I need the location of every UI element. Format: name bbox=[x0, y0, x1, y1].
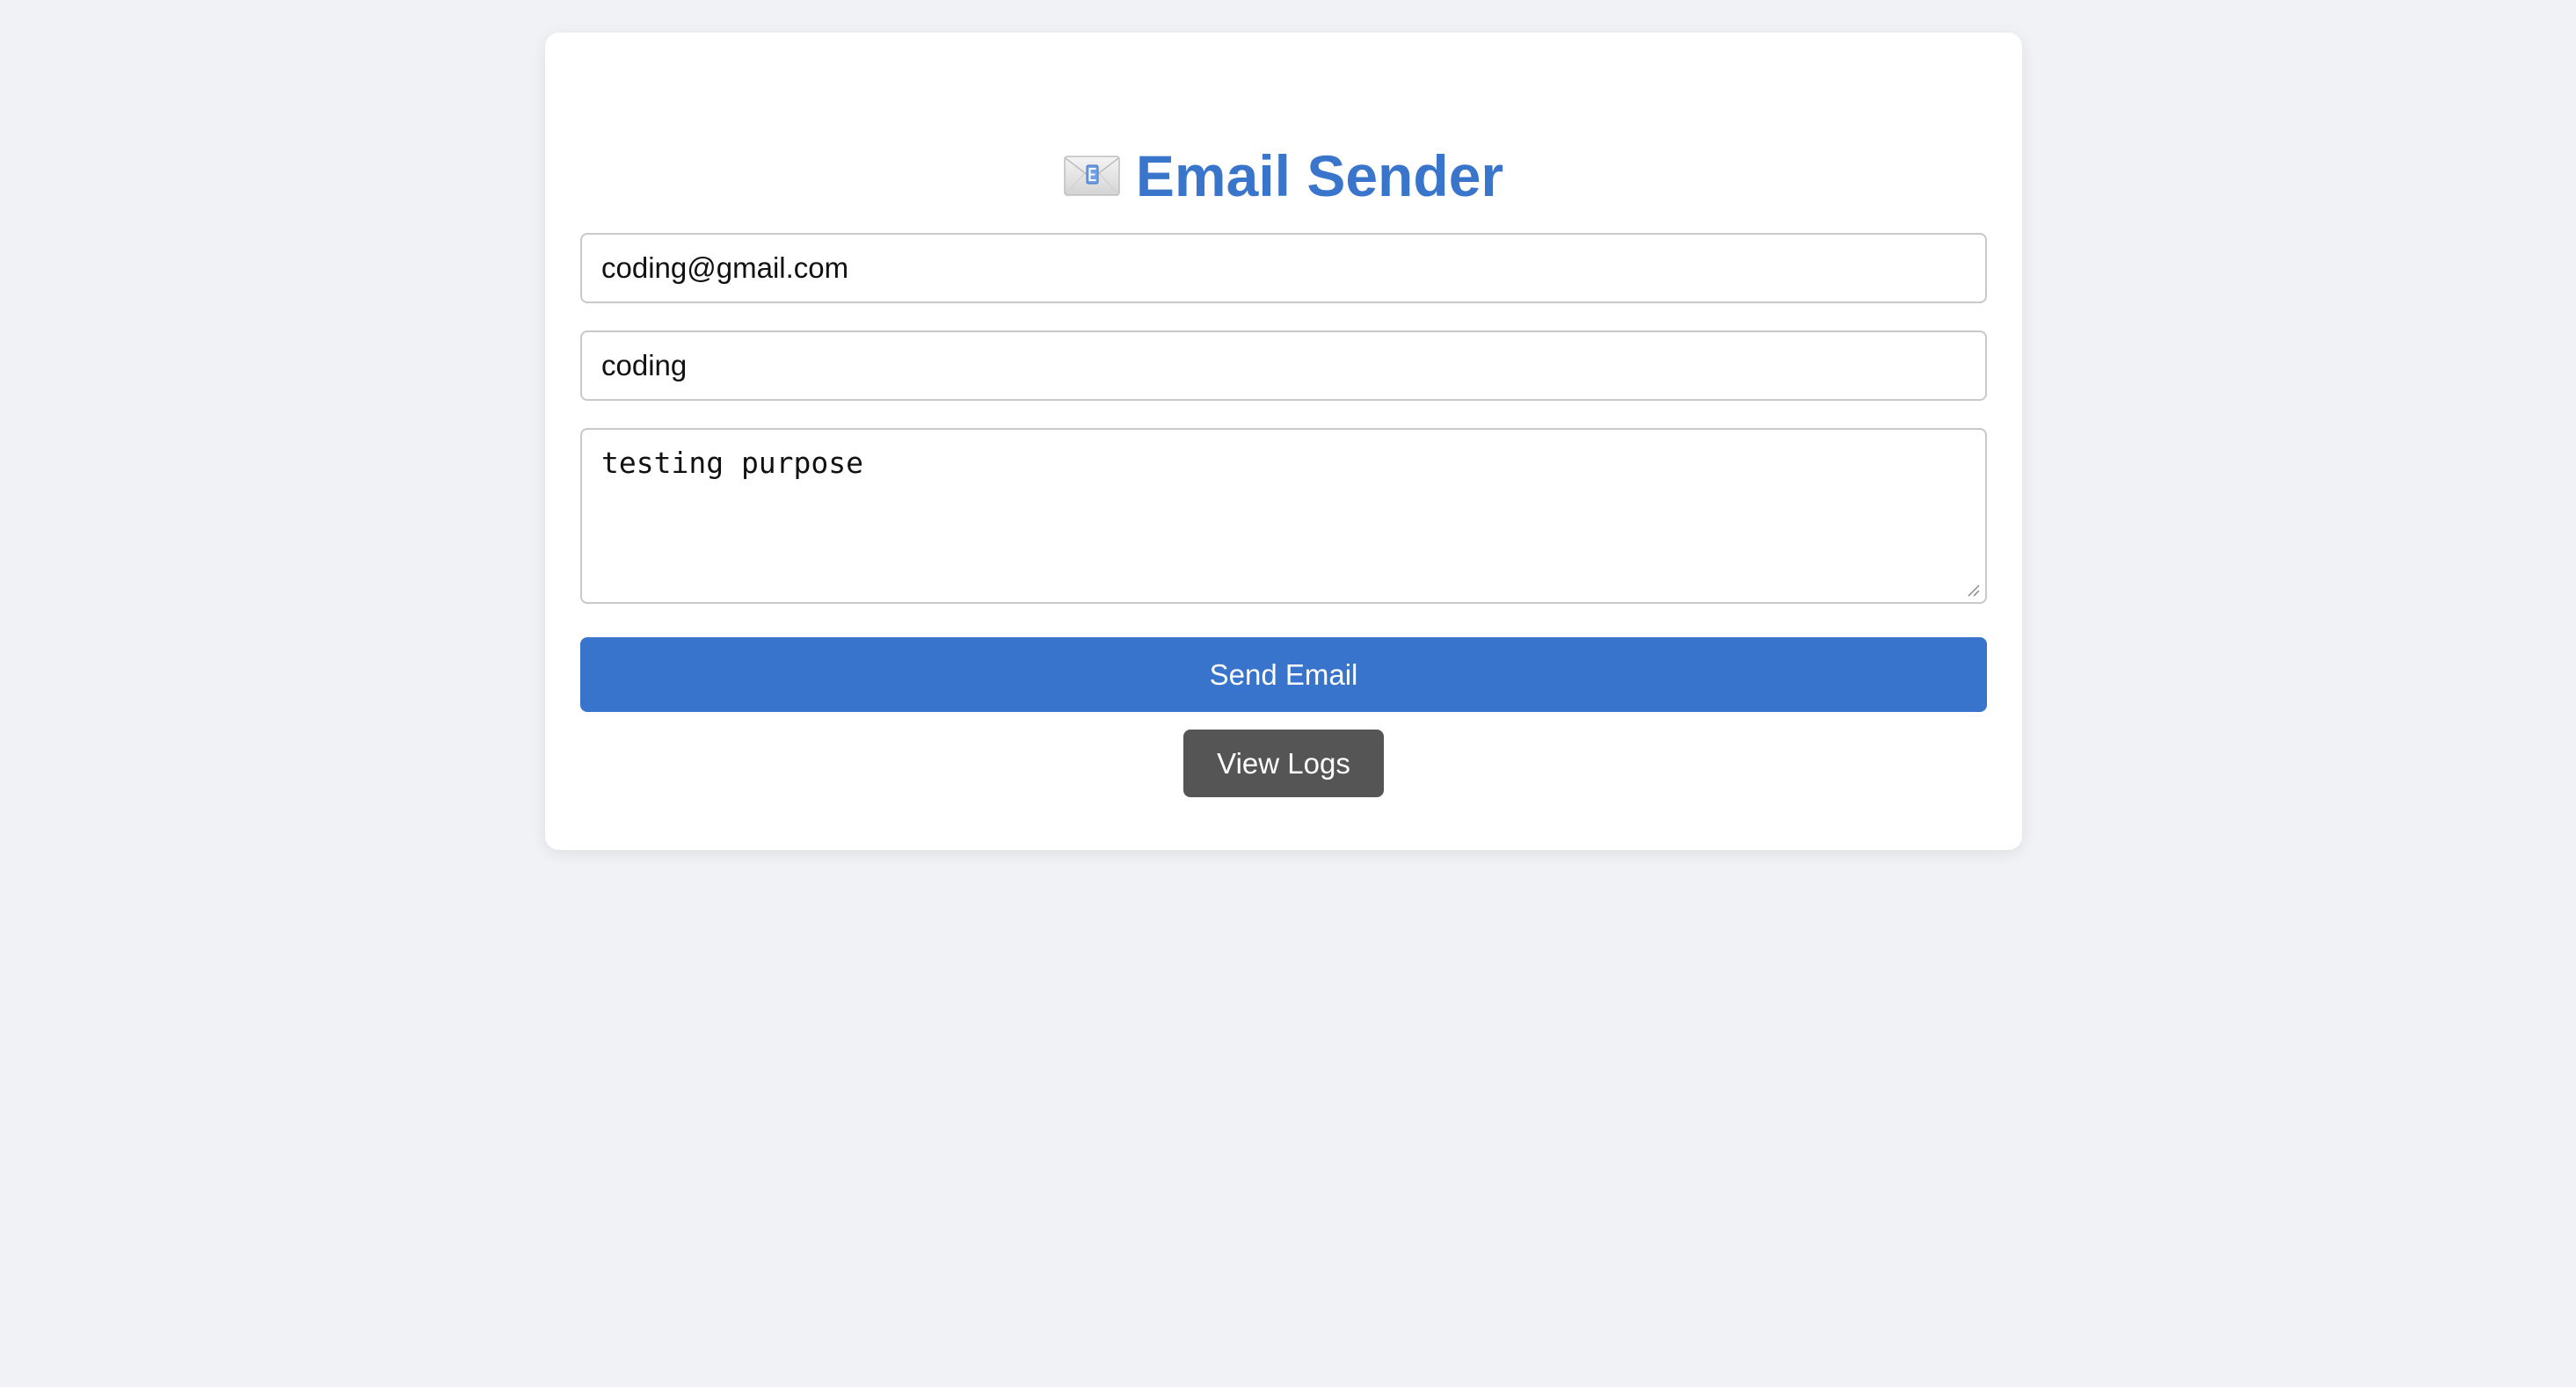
view-logs-button[interactable]: View Logs bbox=[1183, 730, 1384, 797]
message-textarea[interactable]: testing purpose bbox=[580, 428, 1987, 604]
page-title: Email Sender bbox=[1135, 143, 1504, 208]
email-form-card: Email Sender testing purpose Send Email … bbox=[545, 33, 2022, 850]
header: Email Sender bbox=[545, 136, 2022, 215]
recipient-email-input[interactable] bbox=[580, 233, 1987, 303]
send-email-button[interactable]: Send Email bbox=[580, 637, 1987, 712]
envelope-icon bbox=[1064, 156, 1120, 196]
subject-input[interactable] bbox=[580, 330, 1987, 401]
